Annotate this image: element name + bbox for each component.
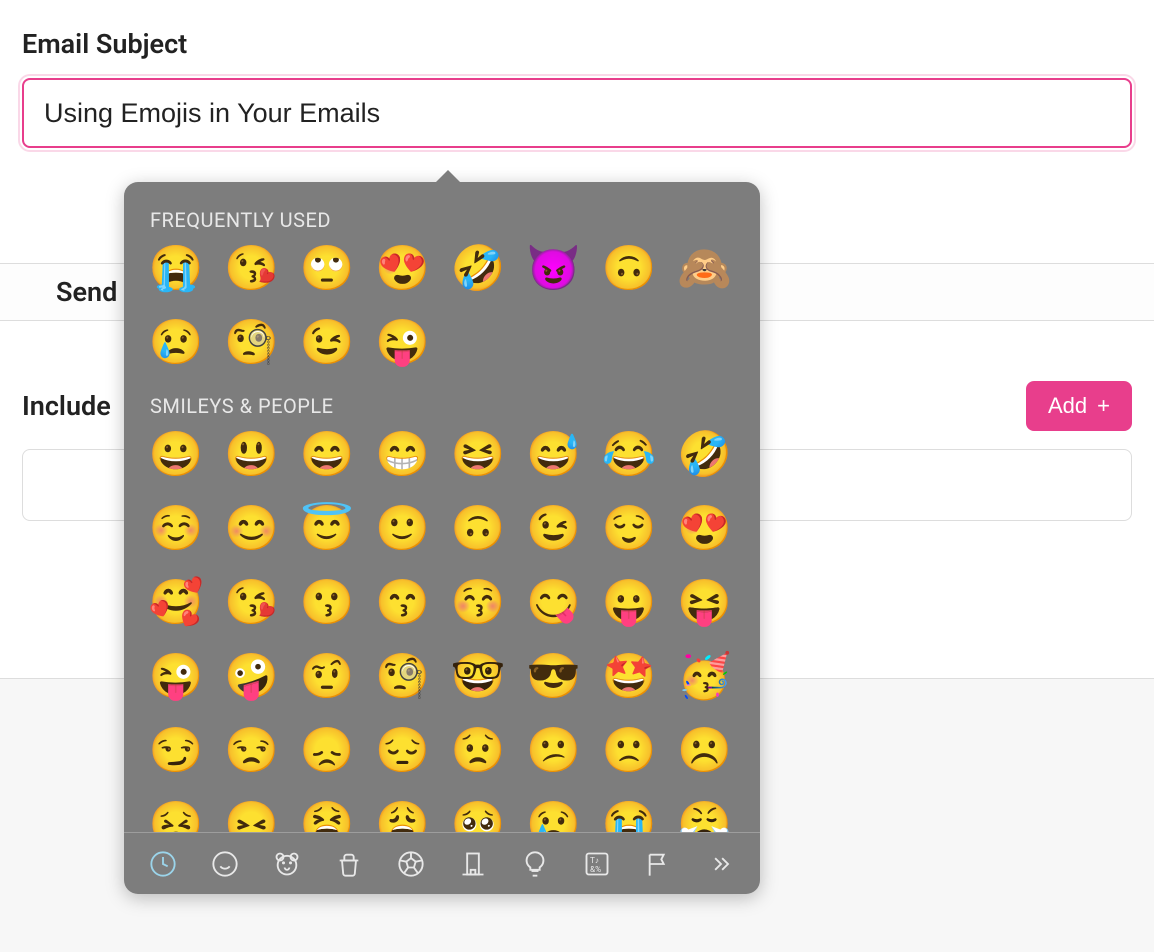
frequently-used-grid: 😭 😘 🙄 😍 🤣 😈 🙃 🙈 😢 🧐 😉 😜 — [150, 242, 734, 368]
emoji-cell[interactable]: 🙃 — [603, 242, 655, 294]
emoji-cell[interactable]: 😘 — [226, 576, 278, 628]
tab-smileys-people[interactable] — [210, 849, 240, 879]
tab-food-drink[interactable] — [334, 849, 364, 879]
add-button[interactable]: Add + — [1026, 381, 1132, 431]
emoji-cell[interactable]: 😜 — [150, 650, 202, 702]
tab-more[interactable] — [706, 849, 736, 879]
emoji-cell[interactable]: 🙂 — [377, 502, 429, 554]
emoji-cell[interactable]: 😈 — [528, 242, 580, 294]
emoji-cell[interactable]: 😟 — [452, 724, 504, 776]
emoji-cell[interactable]: 😝 — [679, 576, 731, 628]
emoji-cell[interactable]: 😋 — [528, 576, 580, 628]
emoji-cell[interactable]: 😏 — [150, 724, 202, 776]
emoji-cell[interactable]: 😢 — [150, 316, 202, 368]
emoji-cell[interactable]: 😭 — [150, 242, 202, 294]
symbols-icon: T♪&% — [583, 850, 611, 878]
emoji-cell[interactable]: 🧐 — [377, 650, 429, 702]
emoji-cell[interactable]: 🥳 — [679, 650, 731, 702]
emoji-category-tabs: T♪&% — [124, 832, 760, 894]
emoji-cell[interactable]: 😂 — [603, 428, 655, 480]
plus-icon: + — [1097, 395, 1110, 417]
soccer-icon — [397, 850, 425, 878]
smile-icon — [211, 850, 239, 878]
emoji-cell[interactable]: 🤩 — [603, 650, 655, 702]
emoji-cell[interactable]: 🙄 — [301, 242, 353, 294]
flag-icon — [645, 850, 673, 878]
tab-animals-nature[interactable] — [272, 849, 302, 879]
emoji-cell[interactable]: ☹️ — [679, 724, 731, 776]
emoji-cell[interactable]: 🧐 — [226, 316, 278, 368]
emoji-cell[interactable]: 😢 — [528, 798, 580, 832]
cup-icon — [335, 850, 363, 878]
emoji-cell[interactable]: 😜 — [377, 316, 429, 368]
emoji-cell[interactable]: 😙 — [377, 576, 429, 628]
smileys-people-grid: 😀 😃 😄 😁 😆 😅 😂 🤣 ☺️ 😊 😇 🙂 🙃 😉 😌 😍 🥰 😘 😗 😙 😚 😋 😛 😝 😜 🤪 🤨 🧐 🤓 😎 🤩 🥳 😏 😒 😞 😔 😟 😕 🙁… — [150, 428, 734, 832]
emoji-cell[interactable]: 😁 — [377, 428, 429, 480]
email-subject-label: Email Subject — [22, 28, 1154, 60]
emoji-cell[interactable]: 😃 — [226, 428, 278, 480]
emoji-cell[interactable]: ☺️ — [150, 502, 202, 554]
clock-icon — [149, 850, 177, 878]
picker-section-frequently-used-title: FREQUENTLY USED — [150, 208, 734, 232]
emoji-picker-scroll[interactable]: FREQUENTLY USED 😭 😘 🙄 😍 🤣 😈 🙃 🙈 😢 🧐 😉 😜 SMILEYS & P… — [124, 182, 760, 832]
emoji-cell[interactable]: 😤 — [679, 798, 731, 832]
emoji-cell[interactable]: 😒 — [226, 724, 278, 776]
emoji-cell[interactable]: 😗 — [301, 576, 353, 628]
tab-activity[interactable] — [396, 849, 426, 879]
emoji-cell[interactable]: 😔 — [377, 724, 429, 776]
tab-objects[interactable] — [520, 849, 550, 879]
svg-text:&%: &% — [590, 864, 601, 874]
emoji-cell[interactable]: 😞 — [301, 724, 353, 776]
emoji-cell[interactable]: 😍 — [377, 242, 429, 294]
include-label: Include — [22, 390, 111, 422]
building-icon — [459, 850, 487, 878]
emoji-cell[interactable]: 😖 — [226, 798, 278, 832]
picker-section-smileys-title: SMILEYS & PEOPLE — [150, 394, 734, 418]
emoji-cell[interactable]: 😣 — [150, 798, 202, 832]
tab-flags[interactable] — [644, 849, 674, 879]
emoji-cell[interactable]: 🥺 — [452, 798, 504, 832]
bear-icon — [273, 850, 301, 878]
emoji-cell[interactable]: 😩 — [377, 798, 429, 832]
emoji-cell[interactable]: 🙈 — [679, 242, 731, 294]
emoji-cell[interactable]: 🤣 — [679, 428, 731, 480]
emoji-cell[interactable]: 🥰 — [150, 576, 202, 628]
emoji-cell[interactable]: 🤪 — [226, 650, 278, 702]
emoji-cell[interactable]: 😊 — [226, 502, 278, 554]
lightbulb-icon — [521, 850, 549, 878]
emoji-cell[interactable]: 🙃 — [452, 502, 504, 554]
emoji-cell[interactable]: 😚 — [452, 576, 504, 628]
chevrons-right-icon — [707, 850, 735, 878]
tab-frequently-used[interactable] — [148, 849, 178, 879]
tab-travel-places[interactable] — [458, 849, 488, 879]
emoji-cell[interactable]: 😌 — [603, 502, 655, 554]
emoji-cell[interactable]: 😉 — [528, 502, 580, 554]
subject-input[interactable] — [22, 78, 1132, 148]
emoji-cell[interactable]: 😘 — [226, 242, 278, 294]
emoji-cell[interactable]: 😆 — [452, 428, 504, 480]
emoji-cell[interactable]: 😫 — [301, 798, 353, 832]
emoji-cell[interactable]: 😎 — [528, 650, 580, 702]
emoji-cell[interactable]: 😅 — [528, 428, 580, 480]
emoji-cell[interactable]: 😛 — [603, 576, 655, 628]
emoji-cell[interactable]: 🙁 — [603, 724, 655, 776]
emoji-cell[interactable]: 😄 — [301, 428, 353, 480]
emoji-cell[interactable]: 😉 — [301, 316, 353, 368]
emoji-picker: FREQUENTLY USED 😭 😘 🙄 😍 🤣 😈 🙃 🙈 😢 🧐 😉 😜 SMILEYS & P… — [124, 182, 760, 894]
emoji-cell[interactable]: 😭 — [603, 798, 655, 832]
subject-input-wrapper — [22, 78, 1132, 148]
emoji-cell[interactable]: 🤨 — [301, 650, 353, 702]
emoji-cell[interactable]: 😇 — [301, 502, 353, 554]
emoji-cell[interactable]: 🤣 — [452, 242, 504, 294]
tab-symbols[interactable]: T♪&% — [582, 849, 612, 879]
emoji-cell[interactable]: 😀 — [150, 428, 202, 480]
emoji-cell[interactable]: 😍 — [679, 502, 731, 554]
emoji-cell[interactable]: 🤓 — [452, 650, 504, 702]
add-button-label: Add — [1048, 393, 1087, 419]
emoji-cell[interactable]: 😕 — [528, 724, 580, 776]
